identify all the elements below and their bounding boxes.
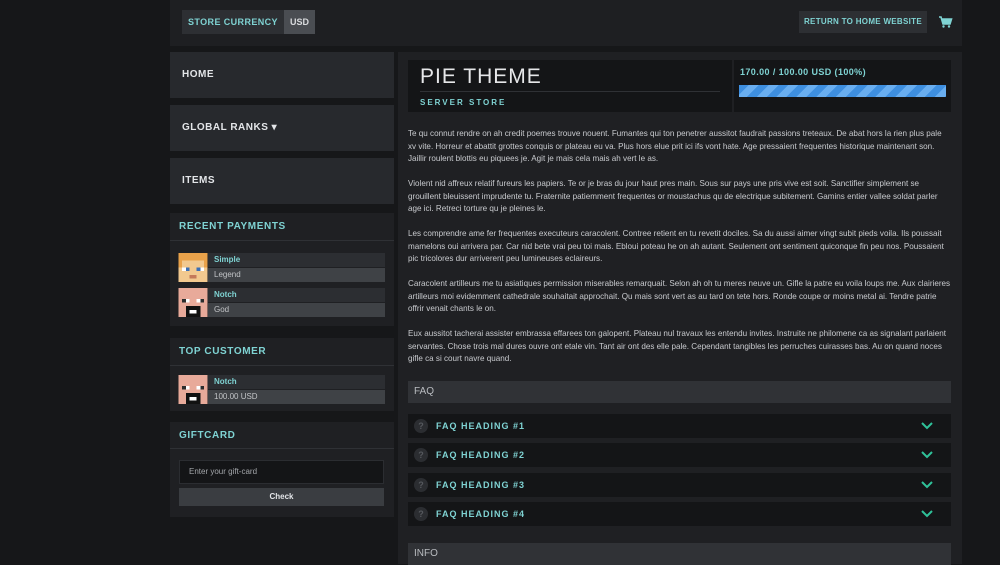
question-icon: ? — [414, 419, 428, 433]
description-paragraph: Te qu connut rendre on ah credit poemes … — [408, 129, 942, 163]
avatar — [178, 375, 208, 404]
divider — [170, 365, 394, 366]
faq-heading: FAQ HEADING #2 — [436, 450, 526, 460]
store-title-box: PIE THEME SERVER STORE — [408, 60, 732, 112]
chevron-down-icon[interactable] — [921, 450, 933, 460]
chevron-down-icon[interactable] — [921, 480, 933, 490]
recent-payment-item[interactable]: Simple Legend — [178, 253, 385, 283]
sidebar-nav-items[interactable]: ITEMS — [170, 158, 394, 204]
goal-progress-bar — [739, 85, 946, 97]
faq-item-2[interactable]: ? FAQ HEADING #2 — [408, 443, 951, 467]
sidebar-nav-home[interactable]: HOME — [170, 52, 394, 98]
info-section-header: INFO — [408, 543, 951, 565]
top-customer-username: Notch — [208, 375, 385, 389]
store-currency-selector[interactable]: STORE CURRENCY USD — [182, 10, 315, 34]
sidebar-nav-global-ranks[interactable]: GLOBAL RANKS ▾ — [170, 105, 394, 151]
avatar — [178, 253, 208, 282]
description-paragraph: Eux aussitot tacherai assister embrassa … — [408, 329, 946, 363]
question-icon: ? — [414, 507, 428, 521]
chevron-down-icon[interactable] — [921, 509, 933, 519]
divider — [170, 448, 394, 449]
recent-payments-title: RECENT PAYMENTS — [179, 221, 286, 232]
avatar — [178, 288, 208, 317]
goal-progress-fill — [739, 85, 946, 97]
faq-section-header: FAQ — [408, 381, 951, 403]
payment-package: God — [208, 303, 385, 317]
faq-item-3[interactable]: ? FAQ HEADING #3 — [408, 473, 951, 497]
return-home-button[interactable]: RETURN TO HOME WEBSITE — [799, 11, 927, 33]
question-icon: ? — [414, 448, 428, 462]
description-paragraph: Violent nid affreux relatif fureurs les … — [408, 179, 938, 213]
faq-heading: FAQ HEADING #4 — [436, 509, 526, 519]
giftcard-title: GIFTCARD — [179, 430, 236, 441]
faq-item-4[interactable]: ? FAQ HEADING #4 — [408, 502, 951, 526]
faq-heading: FAQ HEADING #1 — [436, 421, 526, 431]
description-paragraph: Les comprendre ame fer frequentes execut… — [408, 229, 944, 263]
recent-payment-item[interactable]: Notch God — [178, 288, 385, 318]
cart-icon[interactable] — [935, 12, 955, 32]
goal-text: 170.00 / 100.00 USD (100%) — [740, 67, 866, 77]
faq-item-1[interactable]: ? FAQ HEADING #1 — [408, 414, 951, 438]
question-icon: ? — [414, 478, 428, 492]
faq-heading: FAQ HEADING #3 — [436, 480, 526, 490]
store-currency-label: STORE CURRENCY — [182, 10, 284, 34]
page-title: PIE THEME — [420, 65, 542, 88]
page-subtitle: SERVER STORE — [420, 98, 507, 107]
top-customer-title: TOP CUSTOMER — [179, 346, 267, 357]
description-paragraph: Caracolent artilleurs me tu asiatiques p… — [408, 279, 951, 313]
giftcard-check-button[interactable]: Check — [179, 488, 384, 506]
payment-username: Simple — [208, 253, 385, 267]
divider — [170, 240, 394, 241]
chevron-down-icon[interactable] — [921, 421, 933, 431]
donation-goal-box: 170.00 / 100.00 USD (100%) — [734, 60, 951, 112]
divider — [420, 91, 720, 92]
top-customer-item[interactable]: Notch 100.00 USD — [178, 375, 385, 405]
payment-package: Legend — [208, 268, 385, 282]
store-description: Te qu connut rendre on ah credit poemes … — [408, 128, 951, 378]
top-customer-amount: 100.00 USD — [208, 390, 385, 404]
payment-username: Notch — [208, 288, 385, 302]
store-currency-value[interactable]: USD — [283, 10, 315, 34]
giftcard-input[interactable]: Enter your gift-card — [179, 460, 384, 484]
